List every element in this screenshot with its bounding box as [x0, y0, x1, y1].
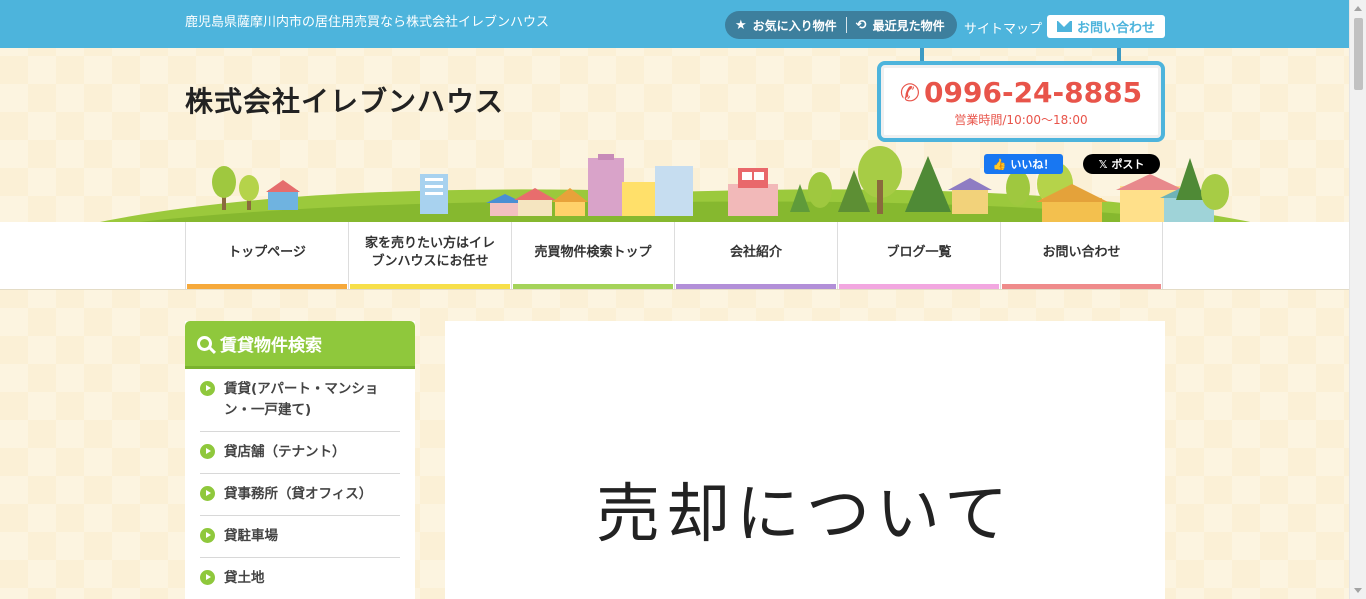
page-title: 売却について	[595, 478, 1015, 552]
sidebar-item-rental-parking[interactable]: 貸駐車場	[200, 516, 400, 558]
pill-divider	[845, 17, 847, 33]
favorites-label: お気に入り物件	[752, 18, 837, 33]
nav-color-bar	[350, 284, 510, 289]
sidebar-item-rental-office[interactable]: 貸事務所（貸オフィス）	[200, 474, 400, 516]
phone-number[interactable]: 0996-24-8885	[924, 76, 1142, 109]
sidebar-title: 賃貸物件検索	[220, 336, 322, 356]
nav-color-bar	[839, 284, 999, 289]
phone-box: ✆ 0996-24-8885 営業時間/10:00～18:00	[877, 61, 1165, 142]
nav-label: トップページ	[228, 244, 306, 260]
phone-icon: ✆	[899, 78, 921, 107]
nav-label: 売買物件検索トップ	[534, 244, 652, 260]
arrow-circle-icon	[200, 381, 215, 396]
star-icon: ★	[735, 17, 747, 33]
history-icon: ⟲	[855, 17, 867, 33]
town-illustration	[90, 146, 1260, 224]
sidebar-item-rental-housing[interactable]: 賃貸(アパート・マンション・一戸建て)	[200, 369, 400, 432]
nav-item-company[interactable]: 会社紹介	[674, 222, 837, 289]
nav-color-bar	[187, 284, 347, 289]
nav-color-bar	[676, 284, 836, 289]
recent-link[interactable]: ⟲ 最近見た物件	[856, 17, 945, 34]
fb-like-label: いいね！	[1010, 158, 1055, 171]
arrow-circle-icon	[200, 527, 215, 543]
top-bar: 鹿児島県薩摩川内市の居住用売買なら株式会社イレブンハウス ★ お気に入り物件 ⟲…	[0, 0, 1349, 48]
sidebar-item-rental-store[interactable]: 貸店舗（テナント）	[200, 432, 400, 474]
mail-icon	[1056, 21, 1072, 32]
nav-item-top[interactable]: トップページ	[185, 222, 348, 289]
arrow-circle-icon	[200, 443, 215, 459]
sidebar-item-label: 貸店舗（テナント）	[224, 443, 346, 460]
sidebar-item-label: 賃貸(アパート・マンション・一戸建て)	[224, 381, 379, 418]
scroll-down-arrow-icon[interactable]	[1354, 588, 1362, 593]
x-logo-icon: 𝕏	[1098, 157, 1108, 171]
recent-label: 最近見た物件	[872, 18, 945, 33]
scroll-up-arrow-icon[interactable]	[1354, 6, 1362, 11]
nav-label: お問い合わせ	[1042, 244, 1121, 260]
main-content: 売却について	[445, 321, 1165, 599]
nav-item-blog[interactable]: ブログ一覧	[837, 222, 1000, 289]
sidebar-list: 賃貸(アパート・マンション・一戸建て) 貸店舗（テナント） 貸事務所（貸オフィス…	[185, 369, 415, 599]
sidebar-item-label: 貸土地	[224, 569, 265, 586]
facebook-like-button[interactable]: 👍 いいね！	[984, 154, 1063, 174]
nav-label: 家を売りたい方はイレブンハウスにお任せ	[364, 235, 495, 269]
site-tagline: 鹿児島県薩摩川内市の居住用売買なら株式会社イレブンハウス	[185, 15, 550, 30]
sitemap-link[interactable]: サイトマップ	[964, 18, 1042, 37]
thumbs-up-icon: 👍	[992, 157, 1007, 171]
favorites-recent-pill: ★ お気に入り物件 ⟲ 最近見た物件	[725, 11, 957, 39]
x-post-label: ポスト	[1111, 158, 1145, 171]
nav-item-property-search[interactable]: 売買物件検索トップ	[511, 222, 674, 289]
arrow-circle-icon	[200, 569, 215, 585]
sidebar-item-label: 貸駐車場	[224, 527, 278, 544]
sidebar-item-rental-land[interactable]: 貸土地	[200, 558, 400, 599]
x-post-button[interactable]: 𝕏 ポスト	[1083, 154, 1160, 174]
contact-top-label: お問い合わせ	[1076, 21, 1155, 36]
scrollbar-thumb[interactable]	[1354, 18, 1363, 90]
phone-hanger-right	[1117, 48, 1121, 62]
business-hours: 営業時間/10:00～18:00	[954, 113, 1088, 127]
nav-color-bar	[1002, 284, 1161, 289]
phone-hanger-left	[920, 48, 924, 62]
nav-label: 会社紹介	[729, 244, 782, 260]
main-nav: トップページ 家を売りたい方はイレブンハウスにお任せ 売買物件検索トップ 会社紹…	[185, 222, 1163, 289]
rental-search-sidebar: 賃貸物件検索 賃貸(アパート・マンション・一戸建て) 貸店舗（テナント） 貸事務…	[185, 321, 415, 599]
search-icon	[197, 336, 212, 351]
nav-item-selling[interactable]: 家を売りたい方はイレブンハウスにお任せ	[348, 222, 511, 289]
nav-color-bar	[513, 284, 673, 289]
nav-label: ブログ一覧	[886, 244, 952, 260]
phone-number-row: ✆ 0996-24-8885	[881, 76, 1161, 109]
sidebar-item-label: 貸事務所（貸オフィス）	[224, 485, 373, 502]
arrow-circle-icon	[200, 485, 215, 501]
nav-item-contact[interactable]: お問い合わせ	[1000, 222, 1163, 289]
sidebar-header: 賃貸物件検索	[185, 321, 415, 369]
favorites-link[interactable]: ★ お気に入り物件	[735, 17, 837, 34]
contact-top-button[interactable]: お問い合わせ	[1047, 15, 1165, 38]
page-scrollbar[interactable]	[1349, 0, 1366, 599]
site-logo[interactable]: 株式会社イレブンハウス	[185, 80, 504, 120]
